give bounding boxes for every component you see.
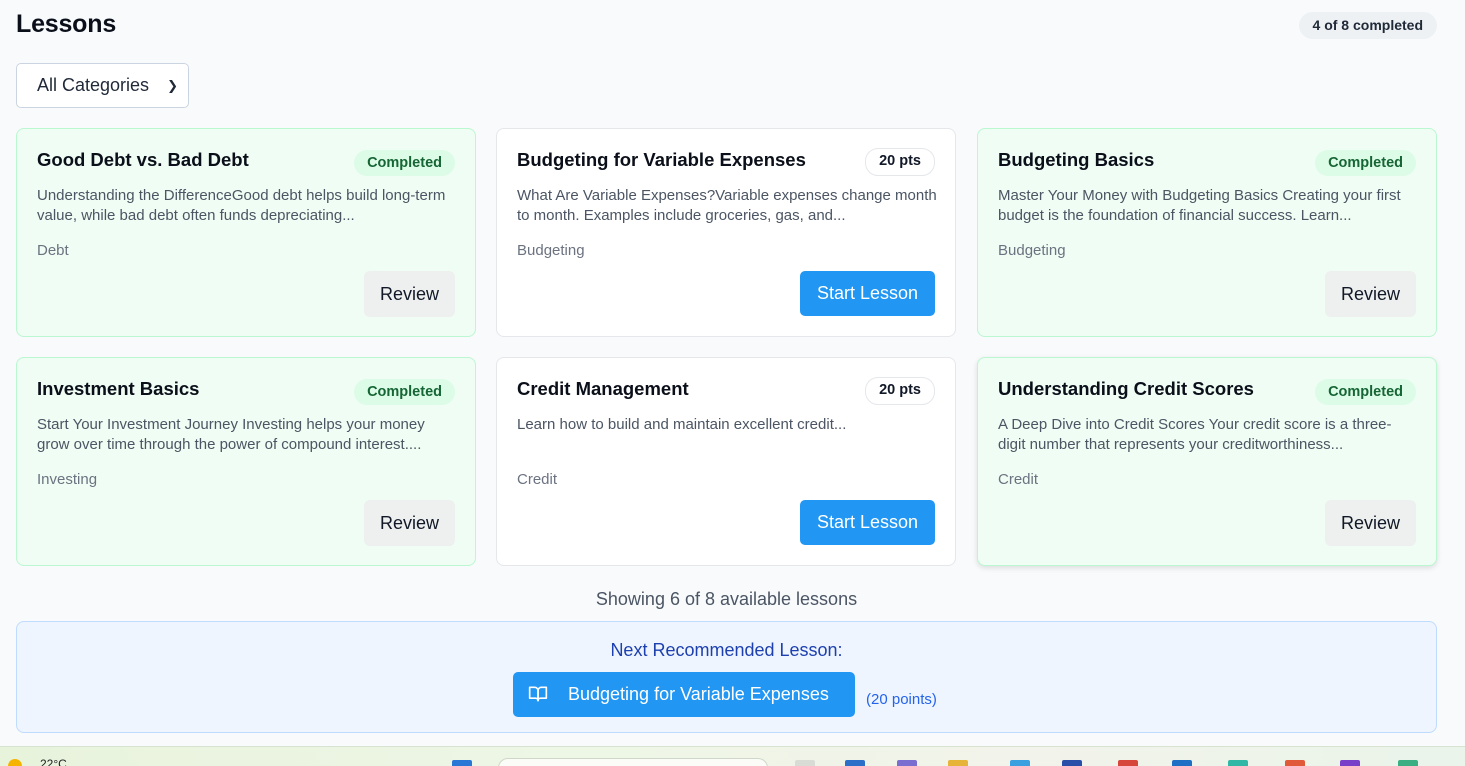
next-lesson-points: (20 points) bbox=[866, 691, 937, 708]
gmail-icon[interactable] bbox=[1118, 760, 1138, 766]
review-button[interactable]: Review bbox=[1325, 271, 1416, 317]
progress-badge: 4 of 8 completed bbox=[1298, 12, 1437, 39]
lesson-category: Budgeting bbox=[998, 242, 1066, 259]
category-filter-select[interactable]: All Categories ❯ bbox=[16, 63, 189, 108]
lesson-description: Start Your Investment Journey Investing … bbox=[37, 416, 425, 453]
app-icon[interactable] bbox=[1340, 760, 1360, 766]
next-lesson-button[interactable]: Budgeting for Variable Expenses bbox=[513, 672, 855, 717]
start-lesson-button[interactable]: Start Lesson bbox=[800, 500, 935, 545]
temperature: 22°C bbox=[40, 757, 67, 766]
points-badge: 20 pts bbox=[865, 148, 935, 176]
chevron-down-icon: ❯ bbox=[167, 78, 178, 93]
status-badge: Completed bbox=[1315, 150, 1416, 176]
next-recommended-heading: Next Recommended Lesson: bbox=[610, 640, 843, 660]
lesson-title: Understanding Credit Scores bbox=[998, 378, 1254, 399]
lesson-category: Credit bbox=[998, 471, 1039, 488]
lesson-category: Debt bbox=[37, 242, 69, 259]
app-icon[interactable] bbox=[1398, 760, 1418, 766]
next-recommended-panel: Next Recommended Lesson: Budgeting for V… bbox=[16, 621, 1437, 733]
lesson-title: Credit Management bbox=[517, 378, 689, 399]
lesson-category: Budgeting bbox=[517, 242, 585, 259]
review-button[interactable]: Review bbox=[364, 500, 455, 546]
lesson-description: What Are Variable Expenses?Variable expe… bbox=[517, 187, 937, 224]
lesson-card: Understanding Credit Scores Completed A … bbox=[977, 357, 1437, 566]
lesson-title: Good Debt vs. Bad Debt bbox=[37, 149, 249, 170]
windows-start-icon[interactable] bbox=[452, 760, 472, 766]
points-badge: 20 pts bbox=[865, 377, 935, 405]
lesson-card: Budgeting for Variable Expenses 20 pts W… bbox=[496, 128, 956, 337]
app-icon[interactable] bbox=[1228, 760, 1248, 766]
lesson-description: Master Your Money with Budgeting Basics … bbox=[998, 187, 1401, 224]
status-badge: Completed bbox=[354, 379, 455, 405]
app-icon[interactable] bbox=[1010, 760, 1030, 766]
lesson-card: Credit Management 20 pts Learn how to bu… bbox=[496, 357, 956, 566]
task-view-icon[interactable] bbox=[795, 760, 815, 766]
lesson-category: Credit bbox=[517, 471, 558, 488]
status-badge: Completed bbox=[1315, 379, 1416, 405]
start-lesson-button[interactable]: Start Lesson bbox=[800, 271, 935, 316]
lesson-description: Understanding the DifferenceGood debt he… bbox=[37, 187, 446, 224]
review-button[interactable]: Review bbox=[364, 271, 455, 317]
lesson-title: Investment Basics bbox=[37, 378, 200, 399]
lesson-card: Investment Basics Completed Start Your I… bbox=[16, 357, 476, 566]
lesson-title: Budgeting for Variable Expenses bbox=[517, 149, 806, 170]
file-explorer-icon[interactable] bbox=[948, 760, 968, 766]
page-title: Lessons bbox=[16, 10, 117, 38]
lesson-title: Budgeting Basics bbox=[998, 149, 1155, 170]
app-icon[interactable] bbox=[1062, 760, 1082, 766]
chrome-icon[interactable] bbox=[1285, 760, 1305, 766]
review-button[interactable]: Review bbox=[1325, 500, 1416, 546]
book-open-icon bbox=[528, 686, 548, 702]
lesson-card: Good Debt vs. Bad Debt Completed Underst… bbox=[16, 128, 476, 337]
taskbar-search[interactable] bbox=[498, 758, 768, 766]
category-filter-value: All Categories bbox=[37, 75, 150, 95]
lesson-description: A Deep Dive into Credit Scores Your cred… bbox=[998, 416, 1392, 453]
app-icon[interactable] bbox=[845, 760, 865, 766]
status-badge: Completed bbox=[354, 150, 455, 176]
showing-count: Showing 6 of 8 available lessons bbox=[595, 589, 858, 609]
os-taskbar: 22°C bbox=[0, 746, 1465, 766]
lesson-description: Learn how to build and maintain excellen… bbox=[517, 416, 847, 433]
app-icon[interactable] bbox=[1172, 760, 1192, 766]
app-icon[interactable] bbox=[897, 760, 917, 766]
lesson-card: Budgeting Basics Completed Master Your M… bbox=[977, 128, 1437, 337]
weather-sun-icon[interactable] bbox=[8, 759, 22, 766]
next-lesson-label: Budgeting for Variable Expenses bbox=[568, 684, 829, 704]
lesson-category: Investing bbox=[37, 471, 98, 488]
page-header: Lessons 4 of 8 completed bbox=[16, 8, 1437, 44]
